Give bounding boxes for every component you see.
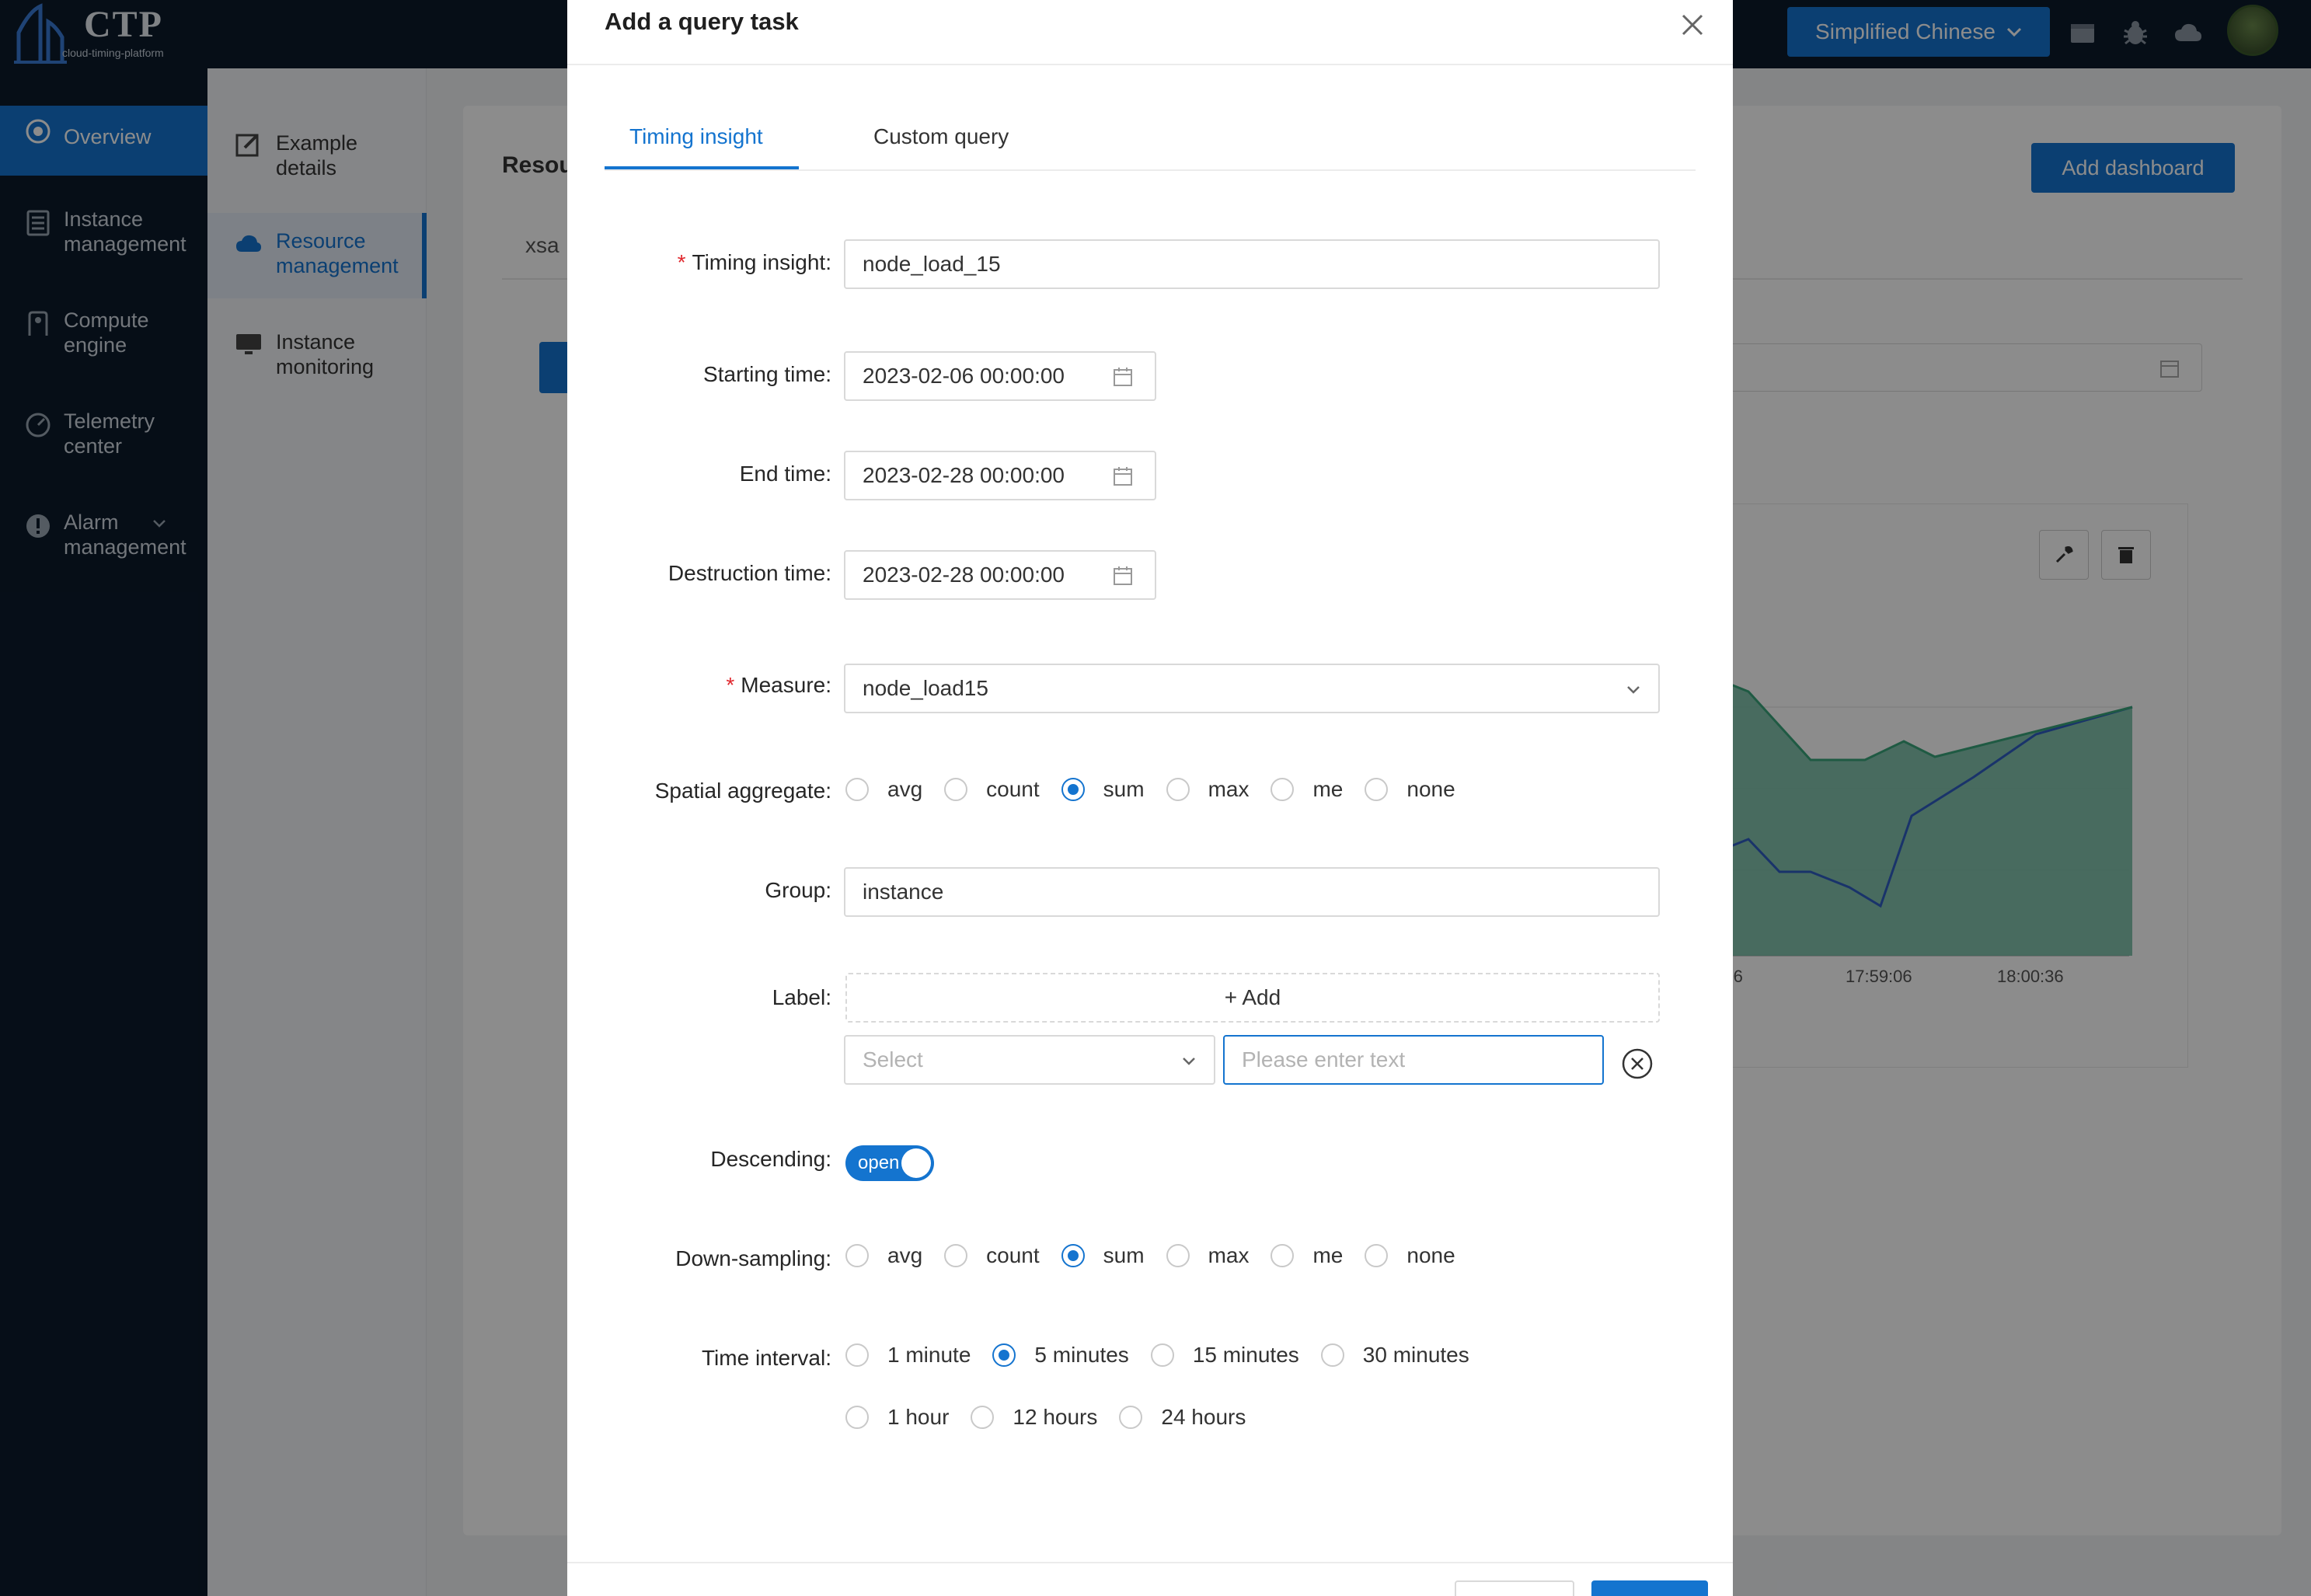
cancel-button[interactable]	[1455, 1580, 1574, 1596]
chevron-down-icon	[1627, 686, 1640, 694]
remove-circle-icon[interactable]	[1621, 1047, 1654, 1080]
required-asterisk: *	[677, 250, 686, 274]
radio-1-minute[interactable]: 1 minute	[845, 1343, 971, 1368]
calendar-icon	[1114, 467, 1132, 486]
end-time-picker[interactable]: 2023-02-28 00:00:00	[844, 451, 1156, 500]
timing-insight-input[interactable]: node_load_15	[844, 239, 1660, 289]
measure-select[interactable]: node_load15	[844, 664, 1660, 713]
radio-none[interactable]: none	[1365, 777, 1455, 802]
confirm-button[interactable]	[1591, 1580, 1708, 1596]
add-query-task-dialog: Add a query task Timing insight Custom q…	[567, 0, 1733, 1596]
radio-15-minutes[interactable]: 15 minutes	[1150, 1343, 1299, 1368]
spatial-aggregate-radio-group: avg count sum max me none	[845, 777, 1477, 802]
group-input[interactable]: instance	[844, 867, 1660, 917]
dialog-header-divider	[567, 64, 1733, 65]
radio-count[interactable]: count	[944, 1243, 1040, 1268]
radio-me[interactable]: me	[1271, 1243, 1343, 1268]
time-interval-radio-group-row2: 1 hour 12 hours 24 hours	[845, 1405, 1267, 1430]
chevron-down-icon	[1183, 1058, 1195, 1065]
radio-count[interactable]: count	[944, 777, 1040, 802]
toggle-knob	[901, 1148, 931, 1178]
dialog-title: Add a query task	[605, 8, 799, 35]
destruction-time-label: Destruction time:	[668, 561, 831, 585]
tab-timing-insight[interactable]: Timing insight	[629, 124, 763, 149]
radio-sum[interactable]: sum	[1061, 777, 1145, 802]
descending-label: Descending:	[710, 1147, 831, 1171]
radio-12-hours[interactable]: 12 hours	[971, 1405, 1097, 1430]
end-time-label: End time:	[739, 462, 831, 486]
radio-30-minutes[interactable]: 30 minutes	[1320, 1343, 1469, 1368]
dialog-footer-divider	[567, 1562, 1733, 1563]
radio-1-hour[interactable]: 1 hour	[845, 1405, 949, 1430]
timing-insight-label: * Timing insight:	[677, 250, 831, 274]
radio-none[interactable]: none	[1365, 1243, 1455, 1268]
radio-24-hours[interactable]: 24 hours	[1119, 1405, 1246, 1430]
radio-max[interactable]: max	[1166, 1243, 1249, 1268]
destruction-time-picker[interactable]: 2023-02-28 00:00:00	[844, 550, 1156, 600]
label-value-input[interactable]: Please enter text	[1223, 1035, 1604, 1085]
starting-time-label: Starting time:	[703, 362, 831, 386]
radio-sum[interactable]: sum	[1061, 1243, 1145, 1268]
descending-toggle[interactable]: open	[845, 1145, 934, 1181]
tabs-divider	[605, 169, 1696, 171]
radio-avg[interactable]: avg	[845, 777, 922, 802]
close-icon[interactable]	[1677, 9, 1708, 40]
spatial-aggregate-label: Spatial aggregate:	[654, 779, 831, 803]
label-field-label: Label:	[772, 985, 831, 1009]
required-asterisk: *	[726, 673, 735, 697]
down-sampling-label: Down-sampling:	[675, 1246, 831, 1270]
radio-avg[interactable]: avg	[845, 1243, 922, 1268]
radio-5-minutes[interactable]: 5 minutes	[992, 1343, 1129, 1368]
app-root: CTP cloud-timing-platform Simplified Chi…	[0, 0, 2311, 1596]
calendar-icon	[1114, 368, 1132, 386]
add-label-button[interactable]: + Add	[845, 973, 1660, 1023]
starting-time-picker[interactable]: 2023-02-06 00:00:00	[844, 351, 1156, 401]
tab-custom-query[interactable]: Custom query	[873, 124, 1009, 149]
label-key-select[interactable]: Select	[844, 1035, 1215, 1085]
measure-label: * Measure:	[726, 673, 831, 697]
radio-max[interactable]: max	[1166, 777, 1249, 802]
group-label: Group:	[765, 878, 831, 902]
down-sampling-radio-group: avg count sum max me none	[845, 1243, 1477, 1268]
time-interval-label: Time interval:	[701, 1346, 831, 1370]
toggle-text: open	[858, 1152, 900, 1173]
calendar-icon	[1114, 566, 1132, 585]
time-interval-radio-group-row1: 1 minute 5 minutes 15 minutes 30 minutes	[845, 1343, 1491, 1368]
radio-me[interactable]: me	[1271, 777, 1343, 802]
